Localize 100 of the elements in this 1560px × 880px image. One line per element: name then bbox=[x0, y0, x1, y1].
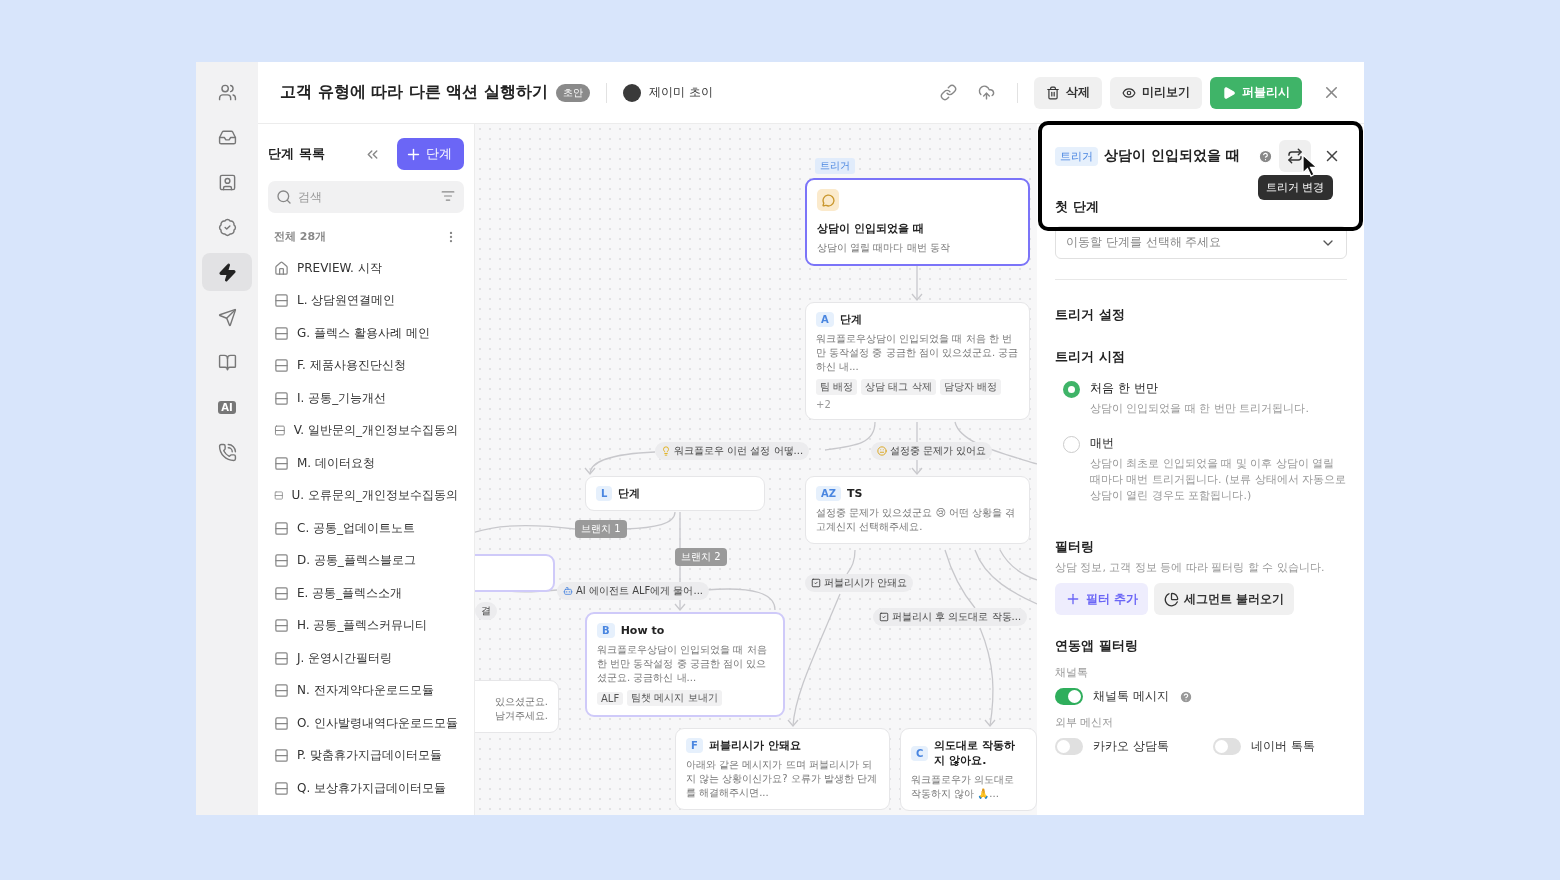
load-segment-button[interactable]: 세그먼트 불러오기 bbox=[1154, 583, 1295, 615]
toggle-switch[interactable] bbox=[1055, 738, 1083, 755]
step-list-item[interactable]: V. 일반문의_개인정보수집동의 bbox=[293, 422, 458, 440]
add-filter-button[interactable]: 필터 추가 bbox=[1055, 583, 1149, 615]
nav-button[interactable] bbox=[202, 253, 252, 291]
step-list-item[interactable]: U. 오류문의_개인정보수집동의 bbox=[291, 487, 458, 505]
step-list-item[interactable]: M. 데이터요청 bbox=[297, 454, 375, 472]
delete-button[interactable]: 삭제 bbox=[1034, 76, 1102, 109]
step-list-item[interactable]: P. 맞춤휴가지급데이터모듈 bbox=[297, 747, 442, 765]
plus-icon bbox=[1065, 591, 1081, 607]
toggle-label: 카카오 상담톡 bbox=[1093, 738, 1169, 755]
nav-button[interactable]: AI bbox=[202, 388, 252, 426]
node-description: 남겨주세요. bbox=[493, 709, 548, 723]
step-node[interactable]: F 퍼블리시가 안돼요 아래와 같은 메시지가 뜨며 퍼블리시가 되지 않는 상황이신가요? 오류가 발생한 단계를 해결해주시면... bbox=[675, 728, 890, 810]
status-badge: 초안 bbox=[555, 83, 590, 102]
list-title: 단계 목록 bbox=[268, 145, 326, 163]
author-name: 제이미 초이 bbox=[648, 84, 713, 101]
checkbox-icon bbox=[879, 612, 889, 622]
step-icon bbox=[274, 780, 289, 796]
step-node[interactable] bbox=[475, 554, 555, 592]
action-tag: 상담 태그 삭제 bbox=[861, 379, 936, 395]
step-node[interactable]: A 단계 워크플로우상담이 인입되었을 때 처음 한 번만 동작설정 중 궁금한 점이 있으셨군요. 궁금하신 내... 팀 배정 상담 태그 삭제 담당자 배정 +2 bbox=[805, 302, 1030, 420]
step-list-item[interactable]: H. 공통_플렉스커뮤니티 bbox=[297, 617, 428, 635]
node-description: 워크플로우상담이 인입되었을 때 처음 한 번만 동작설정 중 궁금한 점이 있으셨군요. 궁금하신 내... bbox=[597, 643, 768, 685]
help-icon[interactable] bbox=[1178, 689, 1193, 704]
step-list-item[interactable]: J. 운영시간필터링 bbox=[297, 649, 393, 667]
action-tag: 담당자 배정 bbox=[939, 379, 1001, 395]
step-list-item[interactable]: F. 제품사용진단신청 bbox=[297, 357, 406, 375]
node-description: 워크플로우상담이 인입되었을 때 처음 한 번만 동작설정 중 궁금한 점이 있으셨군요. 궁금하신 내... bbox=[816, 332, 1019, 374]
action-tag: 팀 배정 bbox=[816, 379, 858, 395]
edge-label-text: 브랜치 1 bbox=[581, 522, 621, 536]
step-list-item[interactable]: PREVIEW. 시작 bbox=[297, 259, 382, 277]
step-letter: B bbox=[597, 623, 615, 638]
toggle-label: 채널톡 메시지 bbox=[1093, 688, 1169, 705]
step-list-item[interactable]: O. 인사발령내역다운로드모듈 bbox=[297, 714, 458, 732]
edge-label-text: 워크플로우 이런 설정 어떻... bbox=[674, 444, 804, 458]
section-title: 필터링 bbox=[1055, 538, 1095, 556]
toggle-switch[interactable] bbox=[1212, 738, 1241, 755]
step-node[interactable]: AZ TS 설정중 문제가 있으셨군요 😢 어떤 상황을 겪고계신지 선택해주세요. bbox=[805, 476, 1030, 544]
step-icon bbox=[274, 455, 289, 471]
more-count: +2 bbox=[816, 399, 831, 410]
toggle-switch[interactable] bbox=[1055, 688, 1083, 705]
step-count: 전체 28개 bbox=[274, 229, 327, 244]
step-list-item[interactable]: C. 공통_업데이트노트 bbox=[297, 519, 415, 537]
node-title: 상담이 인입되었을 때 bbox=[817, 222, 924, 235]
radio-label: 매번 bbox=[1090, 435, 1115, 452]
section-description: 상담 정보, 고객 정보 등에 따라 필터링 할 수 있습니다. bbox=[1055, 560, 1326, 575]
chat-icon bbox=[817, 189, 839, 211]
toggle-label: 네이버 톡톡 bbox=[1250, 738, 1315, 755]
trash-icon bbox=[1046, 85, 1060, 100]
trigger-tag: 트리거 bbox=[1055, 146, 1098, 166]
step-node[interactable]: B How to 워크플로우상담이 인입되었을 때 처음 한 번만 동작설정 중 궁금한 점이 있으셨군요. 궁금하신 내... ALF 팀챗 메시지 보내기 bbox=[585, 612, 785, 717]
users-icon bbox=[217, 82, 237, 102]
radio-button[interactable] bbox=[1063, 381, 1080, 398]
step-list-item[interactable]: Q. 보상휴가지급데이터모듈 bbox=[297, 779, 447, 797]
pie-chart-icon bbox=[1164, 591, 1180, 607]
node-description: 워크플로우가 의도대로 작동하지 않아 🙏... bbox=[911, 773, 1016, 801]
step-letter: L bbox=[596, 486, 613, 501]
preview-button[interactable]: 미리보기 bbox=[1110, 76, 1202, 109]
node-title: 단계 bbox=[839, 312, 862, 327]
avatar bbox=[622, 83, 641, 102]
step-list-item[interactable]: E. 공통_플렉스소개 bbox=[297, 584, 403, 602]
step-letter: A bbox=[816, 312, 834, 327]
filter-icon[interactable] bbox=[441, 189, 455, 203]
swap-arrows-icon bbox=[1287, 148, 1303, 164]
step-list-item[interactable]: N. 전자계약다운로드모듈 bbox=[297, 682, 434, 700]
search-field[interactable]: 검색 bbox=[268, 181, 464, 213]
step-list-item[interactable]: G. 플렉스 활용사례 메인 bbox=[297, 324, 430, 342]
step-icon bbox=[274, 715, 289, 731]
edge-label-text: 결 bbox=[481, 604, 491, 618]
step-node[interactable]: L 단계 bbox=[585, 476, 765, 511]
section-title: 연동앱 필터링 bbox=[1055, 637, 1139, 655]
cloud-upload-icon bbox=[977, 84, 995, 101]
send-icon bbox=[217, 307, 237, 327]
node-description: 있으셨군요. bbox=[493, 695, 548, 709]
section-title: 첫 단계 bbox=[1055, 198, 1100, 216]
step-list-item[interactable]: L. 상담원연결메인 bbox=[297, 292, 396, 310]
step-icon bbox=[274, 650, 289, 666]
step-icon bbox=[274, 293, 289, 309]
phone-icon bbox=[217, 442, 237, 462]
step-list-item[interactable]: D. 공통_플렉스블로그 bbox=[297, 552, 416, 570]
step-icon bbox=[274, 358, 289, 374]
edge-label-text: 퍼블리시가 안돼요 bbox=[824, 576, 908, 590]
help-icon[interactable] bbox=[1258, 148, 1273, 164]
step-node[interactable]: 있으셨군요. 남겨주세요. bbox=[475, 680, 559, 733]
step-icon bbox=[274, 585, 289, 601]
step-letter: AZ bbox=[816, 486, 841, 501]
node-title: 의도대로 작동하지 않아요. bbox=[934, 738, 1017, 768]
robot-icon bbox=[563, 586, 573, 596]
trigger-node[interactable]: 상담이 인입되었을 때 상담이 열릴 때마다 매번 동작 bbox=[805, 178, 1030, 266]
step-list-item[interactable]: I. 공통_기능개선 bbox=[297, 389, 387, 407]
step-icon bbox=[274, 618, 289, 634]
radio-button[interactable] bbox=[1063, 436, 1080, 453]
panel-title: 상담이 인입되었을 때 bbox=[1104, 147, 1241, 165]
add-step-button[interactable]: 단계 bbox=[397, 138, 464, 170]
radio-description: 상담이 최초로 인입되었을 때 및 이후 상담이 열릴 때마다 매번 트리거됩니다. (보류 상태에서 자동으로 상담이 열린 경우도 포함됩니다.) bbox=[1090, 456, 1347, 504]
action-tag: ALF bbox=[597, 691, 624, 705]
step-icon bbox=[274, 325, 289, 341]
ai-badge: AI bbox=[218, 400, 236, 414]
step-icon bbox=[274, 683, 289, 699]
